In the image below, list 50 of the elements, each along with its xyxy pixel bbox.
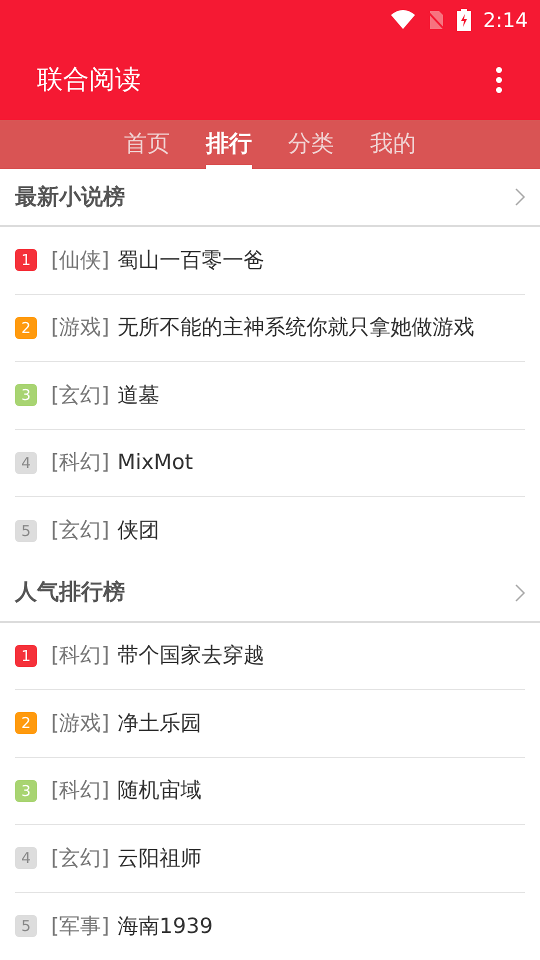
genre-label: [科幻] <box>51 449 110 476</box>
ranking-row[interactable]: 5 [军事] 海南1939 <box>15 892 525 960</box>
rank-badge: 1 <box>15 249 37 272</box>
ranking-row[interactable]: 4 [玄幻] 云阳祖师 <box>15 825 525 892</box>
nav-tab[interactable]: 排行 <box>206 120 252 169</box>
ranking-row[interactable]: 2 [游戏] 无所不能的主神系统你就只拿她做游戏 <box>15 294 525 362</box>
ranking-row[interactable]: 5 [玄幻] 侠团 <box>15 497 525 564</box>
book-title: MixMot <box>117 449 193 476</box>
book-title: 随机宙域 <box>117 777 202 804</box>
book-title: 道墓 <box>117 382 160 408</box>
ranking-row[interactable]: 1 [仙侠] 蜀山一百零一爸 <box>15 227 525 294</box>
genre-label: [游戏] <box>51 710 110 736</box>
genre-label: [玄幻] <box>51 382 110 408</box>
rank-badge: 4 <box>15 452 37 474</box>
genre-label: [仙侠] <box>51 246 110 274</box>
rank-badge: 1 <box>15 644 37 667</box>
rank-badge: 2 <box>15 316 37 339</box>
book-title: 带个国家去穿越 <box>117 642 264 669</box>
status-time: 2:14 <box>483 7 528 34</box>
book-title: 海南1939 <box>117 912 213 940</box>
rank-badge: 4 <box>15 847 37 870</box>
book-title: 侠团 <box>117 517 160 544</box>
app-title: 联合阅读 <box>37 64 141 96</box>
section-header[interactable]: 人气排行榜 <box>0 564 540 622</box>
battery-icon <box>457 9 472 31</box>
book-title: 云阳祖师 <box>117 844 202 872</box>
genre-label: [科幻] <box>51 777 110 804</box>
rank-badge: 2 <box>15 712 37 734</box>
no-sim-icon <box>427 10 446 30</box>
book-title: 蜀山一百零一爸 <box>117 246 264 274</box>
genre-label: [军事] <box>51 912 110 940</box>
wifi-icon <box>391 10 416 30</box>
rank-badge: 3 <box>15 384 37 406</box>
genre-label: [游戏] <box>51 314 110 341</box>
genre-label: [玄幻] <box>51 844 110 872</box>
rank-badge: 5 <box>15 520 37 542</box>
chevron-right-icon <box>514 582 526 602</box>
chevron-right-icon <box>514 187 526 207</box>
section-header[interactable]: 最新小说榜 <box>0 169 540 227</box>
ranking-row[interactable]: 2 [游戏] 净土乐园 <box>15 690 525 758</box>
book-title: 无所不能的主神系统你就只拿她做游戏 <box>117 314 474 341</box>
ranking-row[interactable]: 3 [玄幻] 道墓 <box>15 362 525 430</box>
rank-badge: 5 <box>15 915 37 938</box>
book-title: 净土乐园 <box>117 710 202 736</box>
ranking-row[interactable]: 3 [科幻] 随机宙域 <box>15 758 525 825</box>
ranking-row[interactable]: 4 [科幻] MixMot <box>15 430 525 497</box>
genre-label: [玄幻] <box>51 517 110 544</box>
rank-badge: 3 <box>15 780 37 802</box>
genre-label: [科幻] <box>51 642 110 669</box>
ranking-row[interactable]: 1 [科幻] 带个国家去穿越 <box>15 622 525 690</box>
